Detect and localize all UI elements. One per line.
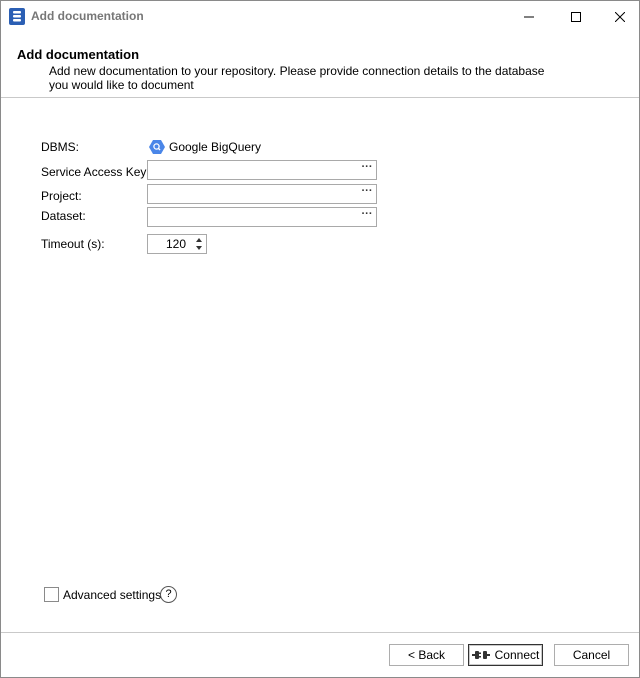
service-key-browse-button[interactable]: ··· [358, 161, 376, 179]
page-title: Add documentation [17, 47, 140, 62]
chevron-down-icon[interactable] [195, 244, 203, 252]
connect-button[interactable]: Connect [468, 644, 543, 666]
service-key-label: Service Access Key: [41, 165, 150, 179]
project-field[interactable]: ··· [147, 184, 377, 204]
dataset-label: Dataset: [41, 209, 86, 223]
help-icon[interactable]: ? [160, 586, 177, 603]
maximize-icon [571, 11, 581, 22]
wizard-header: Add documentation Add new documentation … [1, 39, 639, 98]
close-button[interactable] [598, 1, 640, 32]
project-input[interactable] [148, 185, 356, 203]
minimize-icon [524, 16, 534, 17]
service-key-input[interactable] [148, 161, 356, 179]
advanced-settings-label[interactable]: Advanced settings [63, 588, 161, 602]
dialog-window: Add documentation Add documentation Add … [0, 0, 640, 678]
dbms-value: Google BigQuery [149, 139, 261, 155]
database-doc-icon [9, 8, 25, 25]
bigquery-icon [149, 140, 165, 154]
back-button-label: < Back [407, 648, 446, 662]
dataset-browse-button[interactable]: ··· [358, 208, 376, 226]
cancel-button-label: Cancel [572, 648, 611, 662]
timeout-label: Timeout (s): [41, 237, 105, 251]
footer-divider [1, 632, 639, 633]
chevron-up-icon[interactable] [195, 236, 203, 244]
dataset-input[interactable] [148, 208, 356, 226]
dbms-label: DBMS: [41, 140, 80, 154]
cancel-button[interactable]: Cancel [554, 644, 629, 666]
timeout-value[interactable]: 120 [166, 237, 186, 251]
project-label: Project: [41, 189, 82, 203]
page-description: Add new documentation to your repository… [49, 64, 545, 92]
spinner-arrows[interactable] [192, 235, 206, 253]
back-button[interactable]: < Back [389, 644, 464, 666]
service-key-field[interactable]: ··· [147, 160, 377, 180]
advanced-settings-checkbox[interactable] [44, 587, 59, 602]
title-bar[interactable]: Add documentation [1, 1, 639, 32]
close-icon [615, 11, 625, 22]
dbms-name: Google BigQuery [169, 140, 262, 154]
dataset-field[interactable]: ··· [147, 207, 377, 227]
maximize-button[interactable] [554, 1, 598, 32]
project-browse-button[interactable]: ··· [358, 185, 376, 203]
window-title: Add documentation [31, 9, 144, 23]
plug-icon [471, 651, 490, 659]
timeout-spinner[interactable]: 120 [147, 234, 207, 254]
connect-button-label: Connect [494, 648, 540, 662]
minimize-button[interactable] [507, 1, 551, 32]
